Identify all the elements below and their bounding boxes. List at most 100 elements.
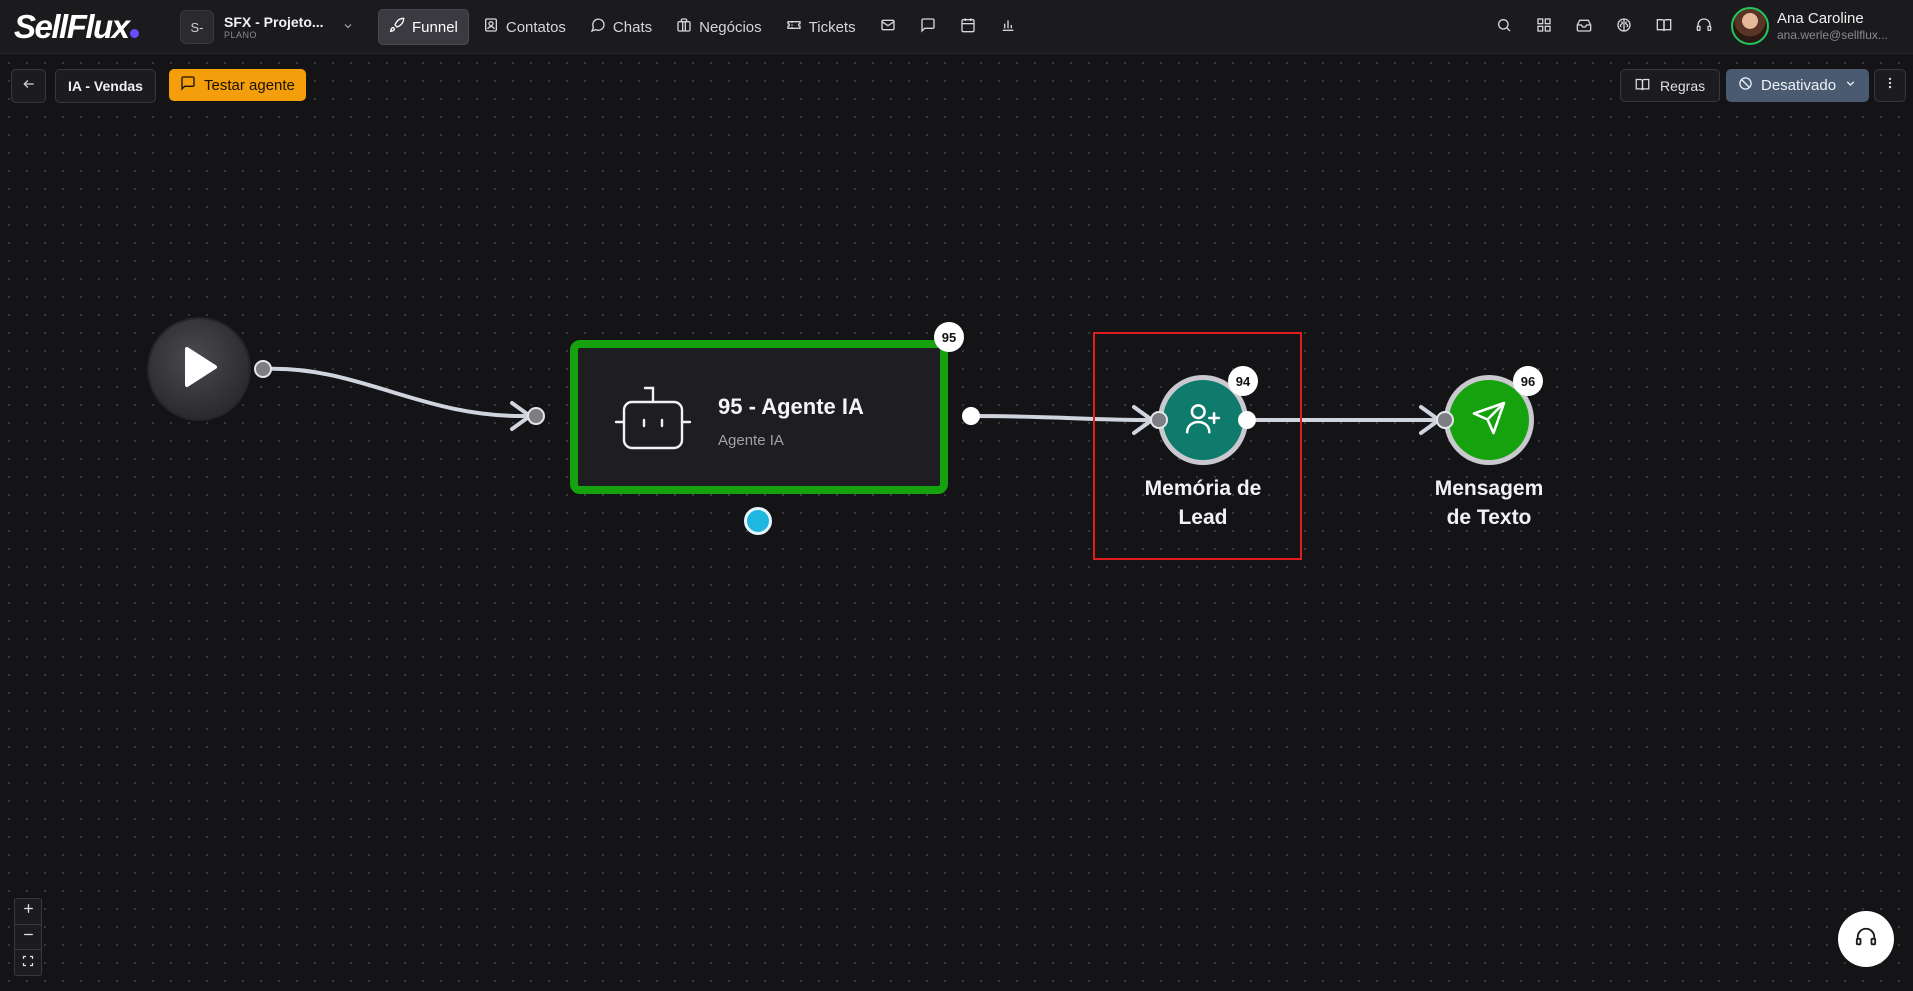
start-node[interactable] <box>149 319 249 419</box>
minus-icon <box>22 928 35 946</box>
briefcase-icon <box>676 17 692 37</box>
status-label: Desativado <box>1761 77 1837 94</box>
nav-messages-button[interactable] <box>910 9 946 45</box>
message-node-label: Mensagem de Texto <box>1399 474 1579 533</box>
search-button[interactable] <box>1486 9 1522 45</box>
nav-item-chats[interactable]: Chats <box>580 9 662 45</box>
ai-button[interactable] <box>1606 9 1642 45</box>
memory-node-badge: 94 <box>1228 366 1258 396</box>
main-nav: Funnel Contatos Chats Negócios Tickets <box>378 9 1026 45</box>
calendar-icon <box>960 17 976 38</box>
rules-label: Regras <box>1660 77 1706 94</box>
agent-node-title: 95 - Agente IA <box>718 394 864 419</box>
nav-mail-button[interactable] <box>870 9 906 45</box>
memory-label-line2: Lead <box>1178 506 1228 530</box>
project-text: SFX - Projeto... PLANO <box>224 14 324 40</box>
send-icon <box>1471 400 1507 441</box>
nav-item-funnel[interactable]: Funnel <box>378 9 469 45</box>
nav-calendar-button[interactable] <box>950 9 986 45</box>
book-open-icon <box>1656 17 1672 38</box>
apps-button[interactable] <box>1526 9 1562 45</box>
chat-bubble-icon <box>180 75 196 95</box>
top-navigation-bar: SellFlux S- SFX - Projeto... PLANO Funne… <box>0 0 1913 54</box>
edge-start-to-agent <box>261 366 530 419</box>
agent-input-handle[interactable] <box>527 407 545 425</box>
zoom-in-button[interactable] <box>15 899 41 925</box>
chat-bubble-icon <box>590 17 606 37</box>
inbox-button[interactable] <box>1566 9 1602 45</box>
agent-ia-node[interactable]: 95 - Agente IA Agente IA <box>570 340 948 494</box>
sellflux-logo[interactable]: SellFlux <box>14 8 139 46</box>
fit-view-button[interactable] <box>15 950 41 975</box>
book-open-icon <box>1635 77 1650 95</box>
memory-output-handle[interactable] <box>1238 411 1256 429</box>
arrow-left-icon <box>22 77 36 96</box>
headset-icon <box>1696 17 1712 38</box>
user-plus-icon <box>1184 399 1222 442</box>
bar-chart-icon <box>1000 17 1016 38</box>
ban-icon <box>1738 76 1753 95</box>
chevron-down-icon <box>1844 77 1857 94</box>
chevron-down-icon <box>342 20 354 35</box>
plus-icon <box>22 902 35 920</box>
header-right-icons <box>1486 9 1722 45</box>
user-text: Ana Caroline ana.werle@sellflux... <box>1777 10 1888 42</box>
user-name: Ana Caroline <box>1777 9 1864 27</box>
brain-icon <box>1616 17 1632 38</box>
user-menu[interactable]: Ana Caroline ana.werle@sellflux... <box>1731 7 1888 45</box>
nav-item-label: Funnel <box>412 18 458 36</box>
docs-button[interactable] <box>1646 9 1682 45</box>
nav-item-label: Tickets <box>808 18 856 36</box>
agent-node-badge: 95 <box>934 322 964 352</box>
avatar <box>1731 7 1769 45</box>
message-input-handle[interactable] <box>1436 411 1454 429</box>
nav-reports-button[interactable] <box>990 9 1026 45</box>
nav-item-tickets[interactable]: Tickets <box>776 9 866 45</box>
nav-item-label: Negócios <box>699 18 762 36</box>
user-email: ana.werle@sellflux... <box>1777 27 1888 42</box>
inbox-icon <box>1576 17 1592 38</box>
project-plan: PLANO <box>224 29 258 40</box>
message-node-badge: 96 <box>1513 366 1543 396</box>
rocket-icon <box>389 17 405 37</box>
test-agent-label: Testar agente <box>204 76 295 94</box>
contacts-icon <box>483 17 499 37</box>
message-label-line2: de Texto <box>1446 506 1532 530</box>
nav-item-label: Contatos <box>505 18 566 36</box>
search-icon <box>1496 17 1512 38</box>
rules-button[interactable]: Regras <box>1620 69 1721 102</box>
more-vertical-icon <box>1883 76 1897 95</box>
help-chat-button[interactable] <box>1838 911 1894 967</box>
memory-label-line1: Memória de <box>1144 477 1262 500</box>
project-avatar: S- <box>180 10 214 44</box>
nav-item-label: Chats <box>612 18 653 36</box>
mail-icon <box>880 17 896 38</box>
play-icon <box>179 345 219 394</box>
message-square-icon <box>920 17 936 38</box>
project-selector[interactable]: S- SFX - Projeto... PLANO <box>180 10 354 44</box>
memory-node-label: Memória de Lead <box>1113 474 1293 533</box>
agent-output-handle[interactable] <box>962 407 980 425</box>
memory-input-handle[interactable] <box>1150 411 1168 429</box>
start-output-handle[interactable] <box>254 360 272 378</box>
zoom-out-button[interactable] <box>15 925 41 951</box>
apps-grid-icon <box>1536 17 1552 38</box>
more-options-button[interactable] <box>1874 69 1906 102</box>
agent-tool-handle[interactable] <box>744 507 772 535</box>
support-button[interactable] <box>1686 9 1722 45</box>
nav-item-contatos[interactable]: Contatos <box>473 9 576 45</box>
flow-name-button[interactable]: IA - Vendas <box>55 69 156 103</box>
status-dropdown[interactable]: Desativado <box>1726 69 1870 102</box>
agent-node-subtitle: Agente IA <box>718 432 784 449</box>
fullscreen-icon <box>22 954 34 972</box>
zoom-controls <box>14 898 42 976</box>
logo-text: SellFlux <box>14 8 130 45</box>
nav-item-negocios[interactable]: Negócios <box>666 9 772 45</box>
project-name: SFX - Projeto... <box>224 13 324 30</box>
ticket-icon <box>786 17 802 37</box>
message-label-line1: Mensagem <box>1434 477 1544 500</box>
test-agent-button[interactable]: Testar agente <box>169 69 306 101</box>
flow-edges <box>261 366 1443 435</box>
back-button[interactable] <box>11 69 46 103</box>
logo-dot <box>129 29 139 38</box>
